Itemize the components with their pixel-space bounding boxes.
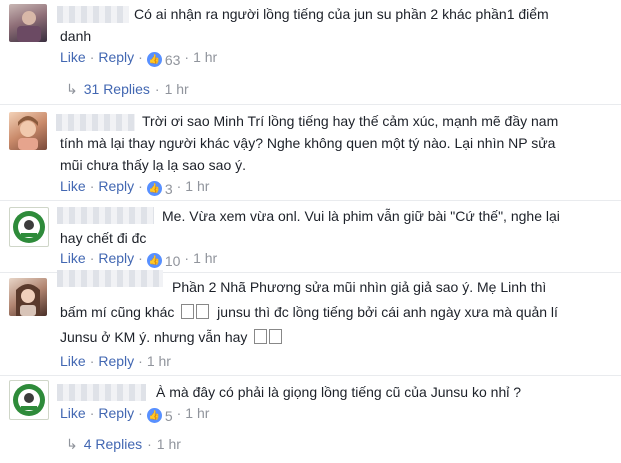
comment-line: mũi chưa thấy lạ lạ sao sao ý.: [60, 157, 247, 173]
comment-text: Phần 2 Nhã Phương sửa mũi nhìn giả giả s…: [172, 276, 546, 298]
commenter-name-redacted[interactable]: [57, 6, 129, 23]
commenter-name-redacted[interactable]: [56, 114, 135, 131]
comment-text: À mà đây có phải là giọng lồng tiếng cũ …: [156, 381, 521, 403]
comment-line: Phần 2 Nhã Phương sửa mũi nhìn giả giả s…: [172, 279, 547, 295]
timestamp[interactable]: 1 hr: [147, 353, 171, 369]
like-count[interactable]: 👍 63: [146, 52, 180, 68]
reply-link[interactable]: Reply: [98, 353, 134, 369]
avatar-photo-icon: [18, 116, 38, 150]
like-link[interactable]: Like: [60, 178, 86, 194]
timestamp[interactable]: 1 hr: [157, 436, 181, 452]
comment-text: bấm mí cũng khác junsu thì đc lồng tiếng…: [60, 301, 558, 323]
commenter-name-redacted[interactable]: [57, 270, 163, 287]
like-link[interactable]: Like: [60, 405, 86, 421]
replies-row: ↳ 4 Replies · 1 hr: [66, 436, 181, 452]
comment-actions: Like · Reply · 👍 63 · 1 hr: [60, 49, 218, 68]
reply-arrow-icon: ↳: [66, 436, 78, 452]
thumbs-up-icon: 👍: [146, 408, 162, 423]
thumbs-up-icon: 👍: [146, 253, 162, 268]
avatar-photo-icon: [17, 11, 41, 42]
comment-line: Me. Vừa xem vừa onl. Vui là phim vẫn giữ…: [162, 208, 560, 224]
comment-text: tính mà lại thay người khác vậy? Nghe kh…: [60, 132, 555, 154]
comment-text: danh: [60, 25, 91, 47]
comment-line: Junsu ở KM ý. nhưng vẫn hay: [60, 329, 248, 345]
reply-link[interactable]: Reply: [98, 49, 134, 65]
reply-link[interactable]: Reply: [98, 405, 134, 421]
avatar[interactable]: [9, 4, 47, 42]
divider: [0, 104, 621, 105]
comment-actions: Like · Reply · 👍 10 · 1 hr: [60, 250, 218, 269]
reply-link[interactable]: Reply: [98, 178, 134, 194]
commenter-name-redacted[interactable]: [57, 384, 146, 401]
comment-line: À mà đây có phải là giọng lồng tiếng cũ …: [156, 384, 522, 400]
comment-actions: Like · Reply · 👍 3 · 1 hr: [60, 178, 210, 197]
avatar[interactable]: [9, 112, 47, 150]
commenter-name-redacted[interactable]: [57, 207, 154, 224]
view-replies-link[interactable]: 4 Replies: [84, 436, 142, 452]
timestamp[interactable]: 1 hr: [185, 405, 209, 421]
view-replies-link[interactable]: 31 Replies: [84, 81, 150, 97]
timestamp[interactable]: 1 hr: [193, 49, 217, 65]
comment-actions: Like · Reply · 👍 5 · 1 hr: [60, 405, 210, 424]
comment-line: junsu thì đc lồng tiếng bởi cái anh ngày…: [217, 304, 558, 320]
comment-line: hay chết đi đc: [60, 230, 147, 246]
like-count[interactable]: 👍 5: [146, 408, 173, 424]
like-count[interactable]: 👍 3: [146, 181, 173, 197]
avatar-photo-icon: [16, 284, 40, 316]
like-link[interactable]: Like: [60, 250, 86, 266]
divider: [0, 200, 621, 201]
comment-line: Trời ơi sao Minh Trí lồng tiếng hay thế …: [142, 113, 559, 129]
reply-arrow-icon: ↳: [66, 81, 78, 97]
thumbs-up-icon: 👍: [146, 181, 162, 196]
timestamp[interactable]: 1 hr: [193, 250, 217, 266]
unsupported-glyph-icon: [180, 304, 210, 320]
like-link[interactable]: Like: [60, 49, 86, 65]
timestamp[interactable]: 1 hr: [185, 178, 209, 194]
avatar[interactable]: [9, 278, 47, 316]
comment-text: mũi chưa thấy lạ lạ sao sao ý.: [60, 154, 246, 176]
comment-text: hay chết đi đc: [60, 227, 146, 249]
like-count[interactable]: 👍 10: [146, 253, 180, 269]
comment-line: tính mà lại thay người khác vậy? Nghe kh…: [60, 135, 556, 151]
comment-text: Có ai nhận ra người lồng tiếng của jun s…: [134, 3, 549, 25]
comment-text: Trời ơi sao Minh Trí lồng tiếng hay thế …: [142, 110, 558, 132]
comment-actions: Like · Reply · 1 hr: [60, 353, 171, 369]
comment-line: Có ai nhận ra người lồng tiếng của jun s…: [134, 6, 549, 22]
avatar-logo-icon: [13, 211, 45, 243]
thumbs-up-icon: 👍: [146, 52, 162, 67]
avatar-logo-icon: [13, 384, 45, 416]
reply-link[interactable]: Reply: [98, 250, 134, 266]
like-link[interactable]: Like: [60, 353, 86, 369]
comment-line: bấm mí cũng khác: [60, 304, 175, 320]
divider: [0, 375, 621, 376]
comment-text: Junsu ở KM ý. nhưng vẫn hay: [60, 326, 283, 348]
comment-line: danh: [60, 28, 92, 44]
avatar[interactable]: [9, 380, 49, 420]
avatar[interactable]: [9, 207, 49, 247]
unsupported-glyph-icon: [253, 329, 283, 345]
replies-row: ↳ 31 Replies · 1 hr: [66, 81, 189, 97]
comment-text: Me. Vừa xem vừa onl. Vui là phim vẫn giữ…: [162, 205, 560, 227]
timestamp[interactable]: 1 hr: [165, 81, 189, 97]
